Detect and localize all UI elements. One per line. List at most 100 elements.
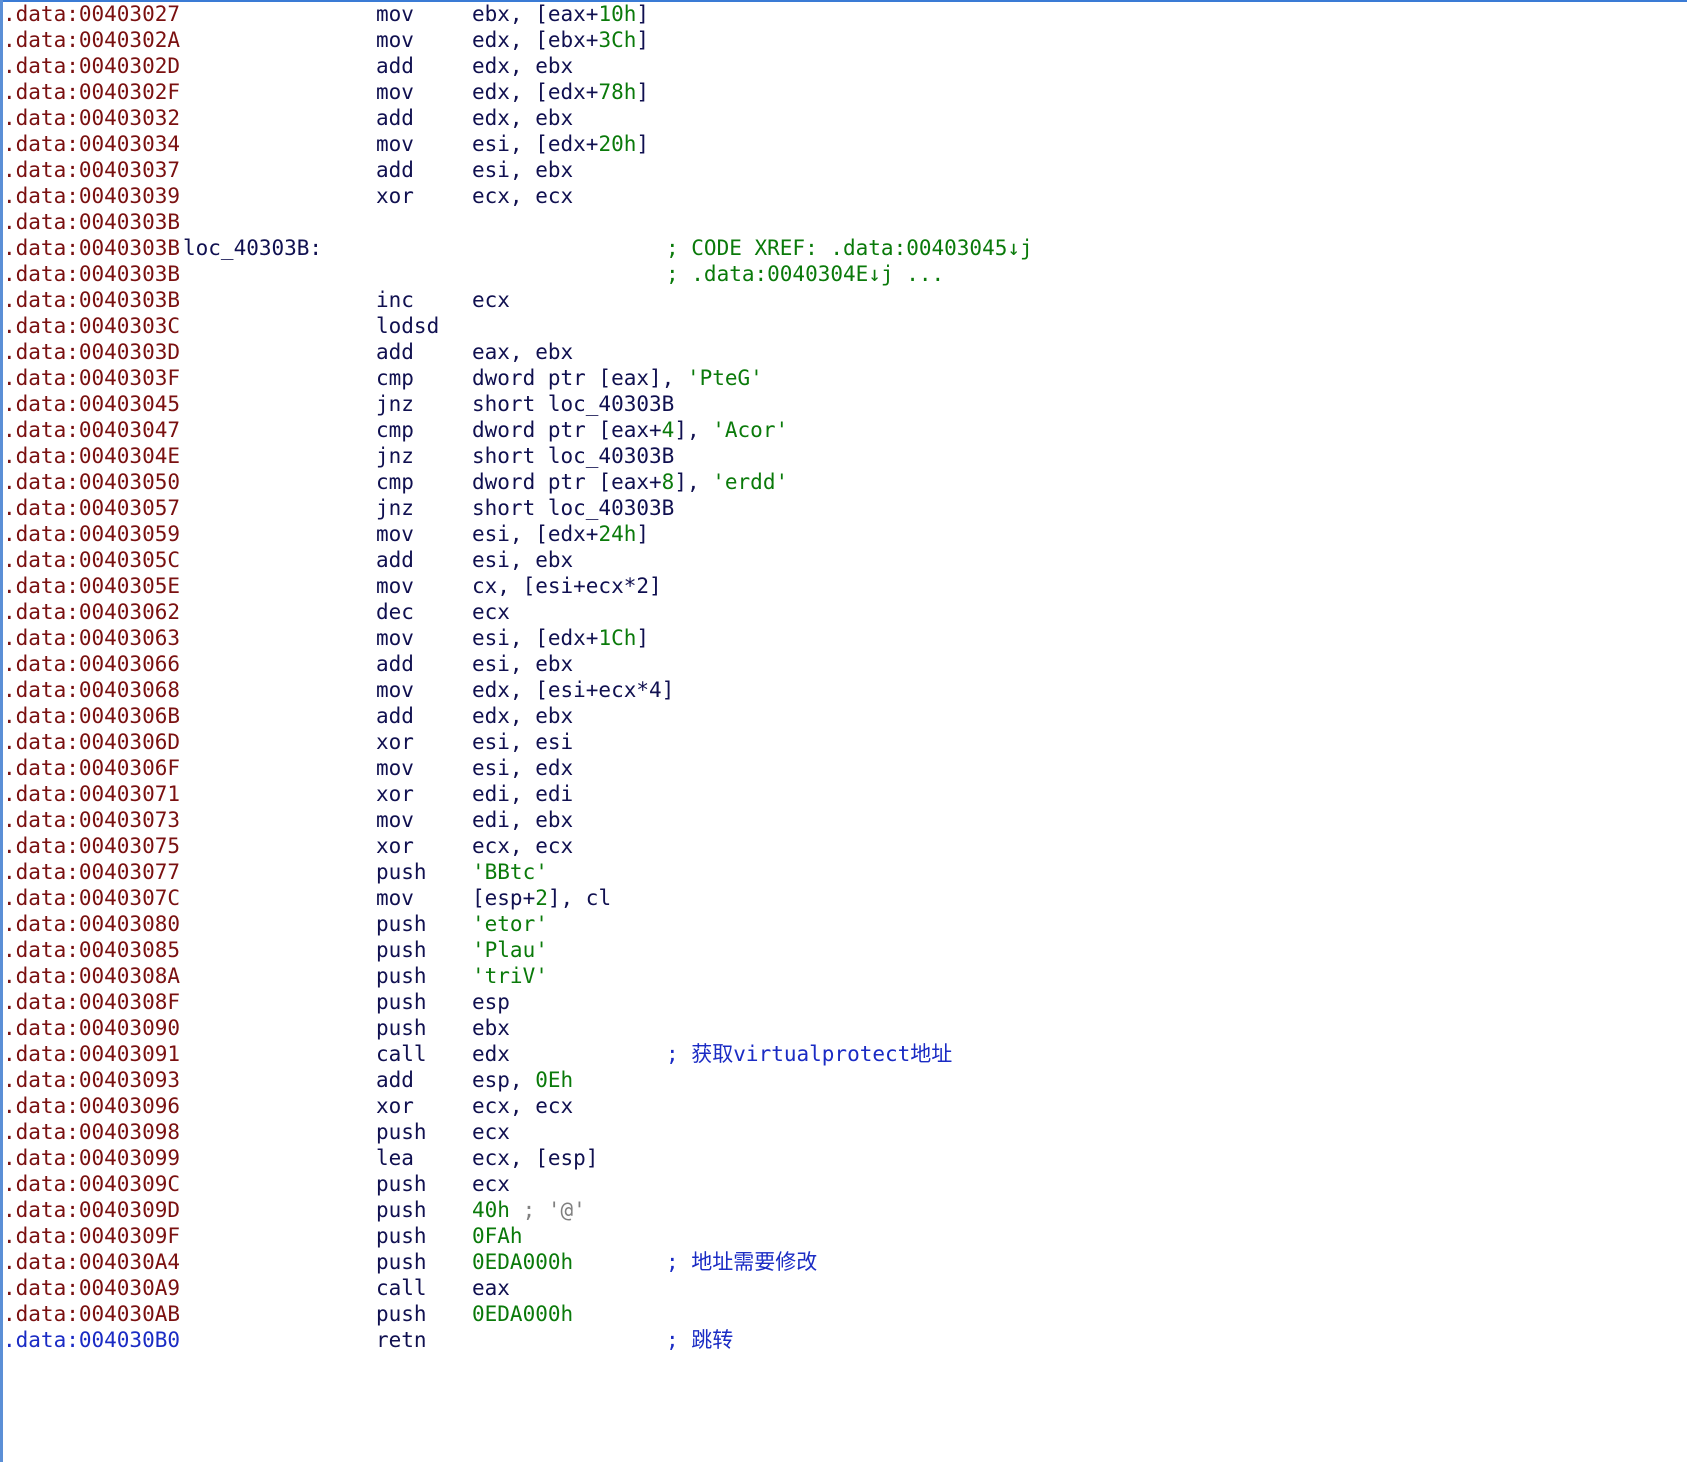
listing-line[interactable]: .data:0040303B xyxy=(3,209,1683,235)
listing-line[interactable]: .data:0040303F cmp dword ptr [eax], 'PteG' xyxy=(3,365,1683,391)
line-address[interactable]: .data:0040308A xyxy=(3,963,180,989)
listing-line[interactable]: .data:0040309C push ecx xyxy=(3,1171,1683,1197)
listing-line[interactable]: .data:0040302D add edx, ebx xyxy=(3,53,1683,79)
instruction-mnemonic[interactable]: push xyxy=(376,1171,427,1197)
instruction-operands[interactable]: ecx, ecx xyxy=(472,833,573,859)
line-address[interactable]: .data:00403098 xyxy=(3,1119,180,1145)
instruction-mnemonic[interactable]: mov xyxy=(376,27,414,53)
instruction-operands[interactable]: ecx, ecx xyxy=(472,183,573,209)
line-address[interactable]: .data:0040303D xyxy=(3,339,180,365)
listing-line[interactable]: .data:00403073 mov edi, ebx xyxy=(3,807,1683,833)
instruction-operands[interactable]: edx, ebx xyxy=(472,703,573,729)
instruction-operands[interactable]: edx, ebx xyxy=(472,53,573,79)
line-address[interactable]: .data:0040303F xyxy=(3,365,180,391)
instruction-operands[interactable]: edi, ebx xyxy=(472,807,573,833)
listing-line[interactable]: .data:0040308A push 'triV' xyxy=(3,963,1683,989)
instruction-mnemonic[interactable]: push xyxy=(376,1249,427,1275)
disassembly-listing[interactable]: .data:00403027 mov ebx, [eax+10h] .data:004… xyxy=(3,1,1683,1353)
line-address[interactable]: .data:0040302F xyxy=(3,79,180,105)
listing-line[interactable]: .data:00403091 call edx ; 获取virtualprotect地… xyxy=(3,1041,1683,1067)
listing-line[interactable]: .data:00403098 push ecx xyxy=(3,1119,1683,1145)
instruction-mnemonic[interactable]: mov xyxy=(376,131,414,157)
listing-line[interactable]: .data:00403059 mov esi, [edx+24h] xyxy=(3,521,1683,547)
instruction-operands[interactable]: 0EDA000h xyxy=(472,1249,573,1275)
instruction-operands[interactable]: esi, [edx+24h] xyxy=(472,521,649,547)
listing-line[interactable]: .data:0040303D add eax, ebx xyxy=(3,339,1683,365)
instruction-operands[interactable]: edx, ebx xyxy=(472,105,573,131)
instruction-mnemonic[interactable]: add xyxy=(376,339,414,365)
listing-line[interactable]: .data:0040308F push esp xyxy=(3,989,1683,1015)
listing-line[interactable]: .data:0040302F mov edx, [edx+78h] xyxy=(3,79,1683,105)
line-address[interactable]: .data:0040306F xyxy=(3,755,180,781)
line-address[interactable]: .data:00403057 xyxy=(3,495,180,521)
instruction-mnemonic[interactable]: mov xyxy=(376,885,414,911)
instruction-mnemonic[interactable]: add xyxy=(376,157,414,183)
line-address[interactable]: .data:00403050 xyxy=(3,469,180,495)
listing-line[interactable]: .data:0040304E jnz short loc_40303B xyxy=(3,443,1683,469)
listing-line[interactable]: .data:0040306D xor esi, esi xyxy=(3,729,1683,755)
instruction-operands[interactable]: short loc_40303B xyxy=(472,495,674,521)
line-address[interactable]: .data:00403062 xyxy=(3,599,180,625)
line-address[interactable]: .data:0040306B xyxy=(3,703,180,729)
instruction-operands[interactable]: ecx xyxy=(472,599,510,625)
line-address[interactable]: .data:00403068 xyxy=(3,677,180,703)
instruction-mnemonic[interactable]: push xyxy=(376,1119,427,1145)
instruction-mnemonic[interactable]: cmp xyxy=(376,417,414,443)
listing-line[interactable]: .data:004030B0 retn ; 跳转 xyxy=(3,1327,1683,1353)
instruction-operands[interactable]: ecx xyxy=(472,287,510,313)
instruction-mnemonic[interactable]: xor xyxy=(376,729,414,755)
listing-line[interactable]: .data:0040303B ; .data:0040304E↓j ... xyxy=(3,261,1683,287)
instruction-mnemonic[interactable]: jnz xyxy=(376,391,414,417)
instruction-operands[interactable]: esi, [edx+20h] xyxy=(472,131,649,157)
instruction-operands[interactable]: esp, 0Eh xyxy=(472,1067,573,1093)
instruction-mnemonic[interactable]: mov xyxy=(376,807,414,833)
listing-line[interactable]: .data:00403057 jnz short loc_40303B xyxy=(3,495,1683,521)
line-address[interactable]: .data:004030AB xyxy=(3,1301,180,1327)
line-address[interactable]: .data:0040307C xyxy=(3,885,180,911)
line-address[interactable]: .data:00403059 xyxy=(3,521,180,547)
line-address[interactable]: .data:0040303B xyxy=(3,287,180,313)
line-address[interactable]: .data:0040305E xyxy=(3,573,180,599)
line-address[interactable]: .data:0040308F xyxy=(3,989,180,1015)
instruction-mnemonic[interactable]: retn xyxy=(376,1327,427,1353)
line-address[interactable]: .data:004030A4 xyxy=(3,1249,180,1275)
line-address[interactable]: .data:00403039 xyxy=(3,183,180,209)
instruction-operands[interactable]: ecx, ecx xyxy=(472,1093,573,1119)
instruction-mnemonic[interactable]: xor xyxy=(376,183,414,209)
line-address[interactable]: .data:0040304E xyxy=(3,443,180,469)
instruction-operands[interactable]: short loc_40303B xyxy=(472,443,674,469)
instruction-mnemonic[interactable]: add xyxy=(376,651,414,677)
instruction-mnemonic[interactable]: add xyxy=(376,105,414,131)
instruction-mnemonic[interactable]: jnz xyxy=(376,443,414,469)
line-address[interactable]: .data:0040303B xyxy=(3,235,180,261)
instruction-operands[interactable]: 0EDA000h xyxy=(472,1301,573,1327)
instruction-mnemonic[interactable]: push xyxy=(376,859,427,885)
instruction-operands[interactable]: dword ptr [eax+4], 'Acor' xyxy=(472,417,788,443)
instruction-mnemonic[interactable]: push xyxy=(376,963,427,989)
instruction-mnemonic[interactable]: xor xyxy=(376,781,414,807)
instruction-operands[interactable]: edx, [esi+ecx*4] xyxy=(472,677,674,703)
instruction-mnemonic[interactable]: cmp xyxy=(376,365,414,391)
instruction-operands[interactable]: esi, ebx xyxy=(472,651,573,677)
listing-line[interactable]: .data:00403027 mov ebx, [eax+10h] xyxy=(3,1,1683,27)
listing-line[interactable]: .data:00403071 xor edi, edi xyxy=(3,781,1683,807)
instruction-mnemonic[interactable]: mov xyxy=(376,1,414,27)
listing-line[interactable]: .data:0040302A mov edx, [ebx+3Ch] xyxy=(3,27,1683,53)
instruction-mnemonic[interactable]: add xyxy=(376,1067,414,1093)
listing-line[interactable]: .data:00403090 push ebx xyxy=(3,1015,1683,1041)
listing-line[interactable]: .data:00403068 mov edx, [esi+ecx*4] xyxy=(3,677,1683,703)
line-address[interactable]: .data:00403080 xyxy=(3,911,180,937)
line-address[interactable]: .data:0040302A xyxy=(3,27,180,53)
listing-line[interactable]: .data:00403080 push 'etor' xyxy=(3,911,1683,937)
instruction-operands[interactable]: ebx, [eax+10h] xyxy=(472,1,649,27)
instruction-operands[interactable]: esp xyxy=(472,989,510,1015)
listing-line[interactable]: .data:00403096 xor ecx, ecx xyxy=(3,1093,1683,1119)
line-address[interactable]: .data:0040303B xyxy=(3,261,180,287)
line-address[interactable]: .data:00403091 xyxy=(3,1041,180,1067)
listing-line[interactable]: .data:00403093 add esp, 0Eh xyxy=(3,1067,1683,1093)
instruction-mnemonic[interactable]: mov xyxy=(376,521,414,547)
instruction-operands[interactable]: dword ptr [eax+8], 'erdd' xyxy=(472,469,788,495)
listing-line[interactable]: .data:0040303B loc_40303B: ; CODE XREF: .d… xyxy=(3,235,1683,261)
line-address[interactable]: .data:0040309C xyxy=(3,1171,180,1197)
listing-line[interactable]: .data:00403063 mov esi, [edx+1Ch] xyxy=(3,625,1683,651)
